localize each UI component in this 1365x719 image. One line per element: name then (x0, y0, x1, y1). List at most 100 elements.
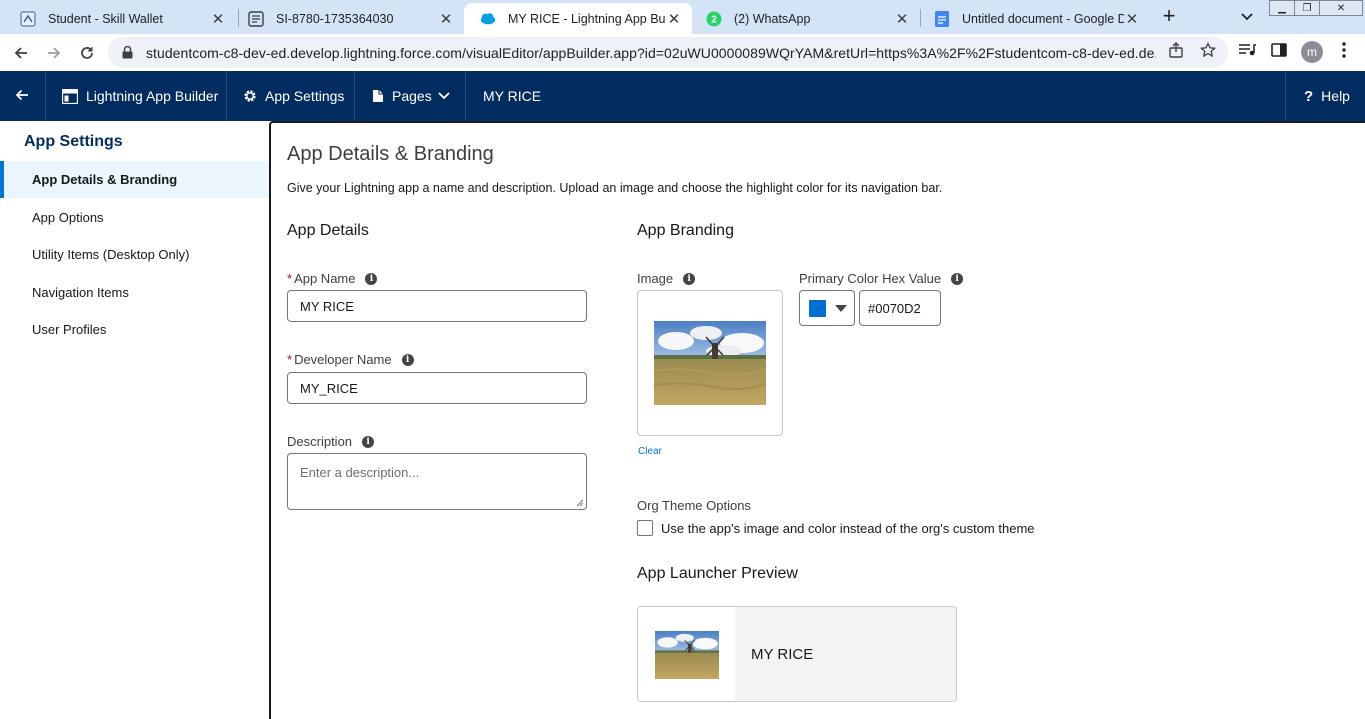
forward-arrow-icon[interactable] (41, 40, 67, 66)
info-icon[interactable]: i (401, 353, 414, 366)
profile-avatar[interactable]: m (1301, 41, 1323, 63)
close-tab-icon[interactable]: ✕ (210, 11, 226, 28)
gear-icon (243, 89, 257, 103)
info-icon[interactable]: i (365, 272, 378, 285)
close-tab-icon[interactable]: ✕ (666, 11, 682, 28)
new-tab-plus-icon[interactable]: + (1158, 5, 1180, 28)
browser-menu-kebab-icon[interactable] (1335, 41, 1353, 59)
info-icon[interactable]: i (362, 435, 375, 448)
close-window-icon[interactable]: ✕ (1319, 0, 1363, 16)
tab-title: SI-8780-1735364030 (276, 11, 394, 26)
form-icon (248, 10, 264, 27)
clear-image-link[interactable]: Clear (638, 446, 662, 457)
description-textarea[interactable]: Enter a description... (287, 453, 587, 510)
caret-down-icon (835, 304, 847, 312)
resize-handle-icon[interactable] (576, 499, 584, 507)
browser-tab-google-docs[interactable]: Untitled document - Google Docs ✕ (918, 3, 1150, 34)
page-description: Give your Lightning app a name and descr… (287, 181, 943, 195)
image-label: Image i (637, 271, 696, 286)
lock-icon[interactable] (120, 46, 134, 60)
header-divider (226, 71, 227, 121)
google-docs-icon (934, 10, 950, 27)
color-swatch (809, 299, 826, 317)
app-settings-button[interactable]: App Settings (243, 71, 344, 121)
chevron-down-icon (438, 92, 450, 100)
tab-title: Student - Skill Wallet (48, 11, 163, 26)
org-theme-checkbox-label[interactable]: Use the app's image and color instead of… (661, 521, 1035, 536)
header-divider (354, 71, 355, 121)
app-details-heading: App Details (287, 222, 369, 239)
builder-grid-icon (62, 88, 78, 104)
tab-title: MY RICE - Lightning App Builder (508, 11, 666, 26)
browser-tab-whatsapp[interactable]: 2 (2) WhatsApp ✕ (690, 3, 920, 34)
app-launcher-preview-card: MY RICE (637, 606, 957, 702)
app-image-windmill-field (654, 321, 766, 405)
close-tab-icon[interactable]: ✕ (1124, 11, 1140, 28)
salesforce-cloud-icon (480, 11, 496, 27)
app-image-upload[interactable] (637, 290, 783, 436)
preview-app-name: MY RICE (735, 607, 956, 701)
question-mark-icon: ? (1304, 87, 1314, 105)
tab-title: Untitled document - Google Docs (962, 11, 1124, 26)
restore-window-icon[interactable]: ❐ (1294, 0, 1320, 16)
developer-name-input[interactable]: MY_RICE (287, 372, 587, 404)
url-text: studentcom-c8-dev-ed.develop.lightning.f… (146, 44, 1156, 61)
app-launcher-preview-heading: App Launcher Preview (637, 565, 798, 582)
preview-image (638, 607, 735, 701)
pages-dropdown[interactable]: Pages (372, 71, 450, 121)
info-icon[interactable]: i (683, 272, 696, 285)
header-divider (465, 71, 466, 121)
info-icon[interactable]: i (951, 272, 964, 285)
sidebar-item-navigation-items[interactable]: Navigation Items (0, 274, 269, 311)
header-divider (1285, 71, 1286, 121)
back-arrow-icon[interactable] (8, 40, 34, 66)
skill-wallet-icon (20, 11, 36, 27)
sidebar-item-app-options[interactable]: App Options (0, 199, 269, 236)
address-bar[interactable]: studentcom-c8-dev-ed.develop.lightning.f… (108, 37, 1228, 68)
browser-tab-skill-wallet[interactable]: Student - Skill Wallet ✕ (4, 3, 236, 34)
developer-name-label: * Developer Name i (287, 352, 414, 367)
builder-name: Lightning App Builder (86, 88, 219, 104)
minimize-window-icon[interactable]: ▁ (1269, 0, 1295, 16)
close-tab-icon[interactable]: ✕ (438, 11, 454, 28)
color-picker-button[interactable] (799, 290, 855, 326)
developer-name-label-text: Developer Name (294, 352, 392, 367)
back-to-setup-button[interactable] (14, 71, 30, 121)
app-details-branding-panel: App Details & Branding Give your Lightni… (269, 121, 1365, 719)
share-icon[interactable] (1167, 41, 1185, 59)
color-hex-input[interactable]: #0070D2 (859, 290, 941, 326)
primary-color-label: Primary Color Hex Value i (799, 271, 964, 286)
sidebar-item-user-profiles[interactable]: User Profiles (0, 311, 269, 348)
description-placeholder: Enter a description... (300, 465, 420, 480)
settings-sidebar: App Settings App Details & Branding App … (0, 121, 269, 719)
close-tab-icon[interactable]: ✕ (894, 11, 910, 28)
page-icon (372, 89, 384, 103)
pages-label: Pages (392, 88, 432, 104)
org-theme-checkbox[interactable] (637, 520, 653, 536)
app-name-label: * App Name i (287, 271, 378, 286)
svg-text:2: 2 (711, 14, 717, 25)
current-app-name: MY RICE (483, 88, 542, 104)
app-name-input[interactable]: MY RICE (287, 290, 587, 322)
required-asterisk: * (287, 271, 293, 286)
browser-tab-si-form[interactable]: SI-8780-1735364030 ✕ (232, 3, 464, 34)
app-name-label-text: App Name (294, 271, 356, 286)
browser-tab-lightning-app-builder[interactable]: MY RICE - Lightning App Builder ✕ (464, 3, 692, 34)
help-button[interactable]: ? Help (1304, 71, 1350, 121)
browser-tab-strip: Student - Skill Wallet ✕ SI-8780-1735364… (0, 0, 1365, 34)
lightning-app-builder-title: Lightning App Builder (62, 71, 218, 121)
bookmark-star-icon[interactable] (1199, 41, 1217, 59)
required-asterisk: * (287, 352, 293, 367)
browser-toolbar: studentcom-c8-dev-ed.develop.lightning.f… (0, 34, 1365, 71)
side-panel-icon[interactable] (1270, 41, 1288, 59)
sidebar-title: App Settings (24, 133, 123, 150)
reload-icon[interactable] (74, 40, 100, 66)
sidebar-item-app-details-branding[interactable]: App Details & Branding (0, 161, 269, 198)
media-controls-icon[interactable] (1238, 41, 1256, 59)
tab-search-chevron-icon[interactable] (1238, 8, 1256, 26)
sidebar-item-utility-items[interactable]: Utility Items (Desktop Only) (0, 236, 269, 273)
primary-color-label-text: Primary Color Hex Value (799, 271, 942, 286)
description-label-text: Description (287, 434, 353, 449)
tab-title: (2) WhatsApp (734, 11, 811, 26)
whatsapp-icon: 2 (706, 11, 722, 27)
